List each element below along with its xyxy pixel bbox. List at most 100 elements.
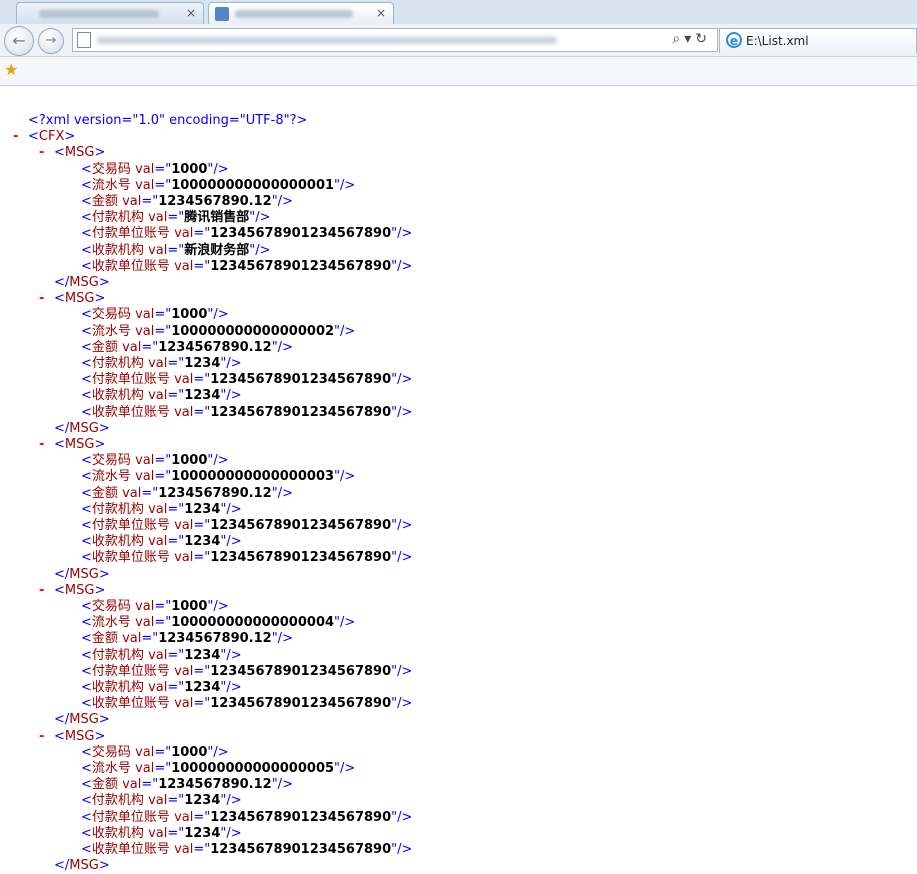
tab-close-icon[interactable]: × [186,6,196,20]
field-attr-name: val [148,242,168,258]
equals-quote: =" [154,323,172,339]
quote-close: "/> [391,663,413,679]
equals-quote: =" [154,307,172,323]
field-value: 100000000000000002 [171,323,335,339]
bracket: < [81,518,92,533]
quote-close: "/> [391,550,413,566]
xml-field-line: <付款单位账号 val="12345678901234567890"/> [81,372,412,388]
field-value: 1000 [171,744,208,760]
equals-quote: =" [193,550,211,566]
xml-field-line: <收款机构 val="1234"/> [81,680,242,696]
xml-field-line: <金额 val="1234567890.12"/> [81,194,293,210]
field-value: 100000000000000003 [171,469,335,485]
quote-close: "/> [220,388,242,404]
quote-close: "/> [391,809,413,825]
equals-quote: =" [154,744,172,760]
field-attr-name: val [148,647,168,663]
equals-quote: =" [193,372,211,388]
field-attr-name: val [148,793,168,809]
xml-field-line: <付款机构 val="1234"/> [81,793,242,809]
bracket: < [81,242,92,258]
bracket: < [81,680,92,695]
field-attr-name: val [148,501,168,517]
bracket: < [81,825,92,841]
equals-quote: =" [193,518,211,533]
msg-open-tag: <MSG> [54,437,105,453]
xml-field-line: <收款机构 val="1234"/> [81,534,242,550]
quote-close: "/> [391,404,413,420]
bracket: < [81,307,92,323]
equals-quote: =" [167,534,185,550]
bracket: < [81,404,92,420]
msg-collapse-toggle[interactable]: - [39,583,44,599]
bracket: > [94,291,106,307]
bracket: < [81,631,92,647]
equals-quote: =" [154,161,172,177]
bracket: > [64,129,76,145]
address-bar[interactable]: ⌕▾↻ [72,28,718,52]
tab-close-icon[interactable]: × [376,6,386,20]
msg-collapse-toggle[interactable]: - [39,291,44,307]
field-value: 1000 [171,307,208,323]
quote-close: "/> [220,647,242,663]
xml-field-line: <收款单位账号 val="12345678901234567890"/> [81,550,412,566]
field-tag-name: 金额 [91,194,118,209]
equals-quote: =" [167,210,185,226]
msg-tag-name: MSG [64,437,95,452]
forward-button[interactable]: → [38,28,64,54]
equals-quote: =" [167,356,185,371]
field-tag-name: 金额 [91,339,118,355]
xml-declaration: <?xml version="1.0" encoding="UTF-8"?> [28,113,307,129]
field-attr-name: val [174,258,194,274]
bracket: > [94,728,106,744]
bracket: < [81,550,92,566]
bracket: < [81,388,92,404]
root-collapse-toggle[interactable]: - [13,129,18,145]
msg-collapse-toggle[interactable]: - [39,729,44,745]
navigation-bar: ← → ⌕▾↻ e E:\List.xml [0,24,917,57]
xml-field-line: <流水号 val="100000000000000002"/> [81,324,355,340]
bracket: > [98,858,110,874]
field-tag-name: 收款单位账号 [91,404,170,420]
bracket: < [81,501,92,517]
field-tag-name: 金额 [91,485,118,501]
bracket: < [54,437,65,452]
msg-collapse-toggle[interactable]: - [39,145,44,161]
equals-quote: =" [193,258,211,274]
xml-field-line: <收款机构 val="1234"/> [81,826,242,842]
msg-tag-name: MSG [69,858,99,874]
bracket: < [81,777,92,793]
field-tag-name: 付款机构 [91,647,144,663]
equals-quote: =" [141,777,159,793]
bracket: < [81,809,92,825]
bracket: > [94,582,106,598]
xml-field-line: <金额 val="1234567890.12"/> [81,340,293,356]
field-attr-name: val [135,161,155,177]
field-attr-name: val [148,210,168,226]
add-favorites-icon[interactable]: ★ [4,60,18,79]
field-value: 12345678901234567890 [210,809,392,825]
back-button[interactable]: ← [4,26,34,56]
bracket: < [81,323,92,339]
msg-close-tag: </MSG> [54,712,110,728]
field-value: 12345678901234567890 [210,372,392,388]
msg-collapse-toggle[interactable]: - [39,437,44,453]
field-tag-name: 交易码 [91,453,131,469]
msg-open-tag: <MSG> [54,729,105,745]
bracket: < [54,582,65,598]
field-tag-name: 流水号 [91,177,131,193]
quote-close: "/> [271,777,293,793]
field-attr-name: val [122,485,142,501]
field-tag-name: 付款机构 [91,501,144,517]
tab-background[interactable]: × [16,2,204,25]
field-attr-name: val [135,177,155,193]
bracket: </ [54,566,70,582]
field-tag-name: 收款单位账号 [91,696,170,712]
tab-active[interactable]: × [208,2,394,25]
tab-list-xml[interactable]: e E:\List.xml [719,28,917,53]
ie-icon: e [726,32,742,48]
field-tag-name: 收款机构 [91,534,144,550]
bracket: < [54,145,65,161]
search-refresh-icons[interactable]: ⌕▾↻ [672,31,711,47]
field-value: 12345678901234567890 [210,696,392,712]
